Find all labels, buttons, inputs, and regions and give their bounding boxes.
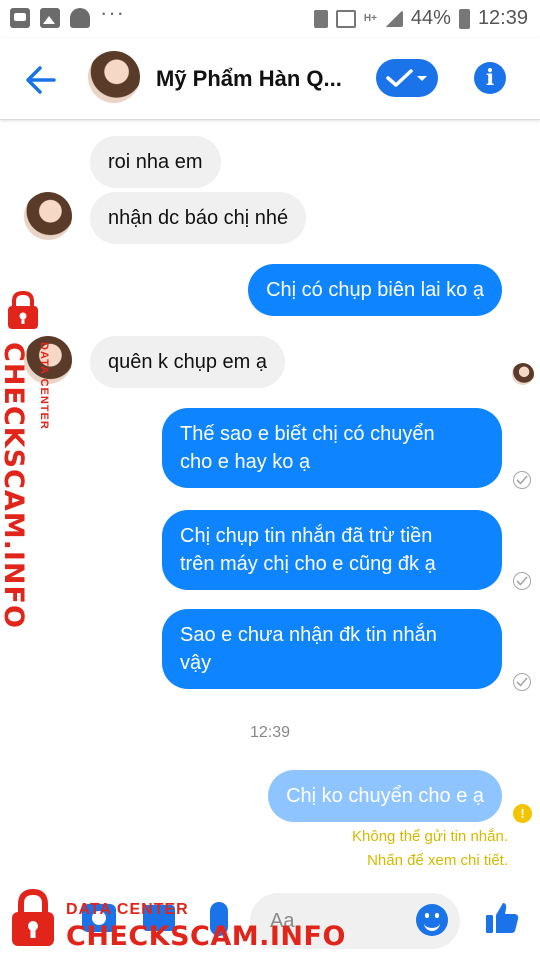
sender-avatar[interactable]	[24, 192, 72, 240]
seen-indicator-avatar	[512, 363, 534, 385]
message-timestamp: 12:39	[249, 724, 291, 741]
delivered-check-icon	[513, 471, 531, 489]
clock: 12:39	[477, 7, 528, 29]
message-bubble-outgoing[interactable]: Chị có chụp biên lai ko ạ	[248, 264, 502, 316]
mute-icon	[335, 9, 356, 28]
contact-avatar[interactable]	[88, 51, 140, 103]
status-bar: ··· H+ 44% 12:39	[0, 0, 540, 38]
battery-icon	[458, 8, 470, 29]
message-bubble-outgoing[interactable]: Sao e chưa nhận đk tin nhắn vậy	[162, 609, 502, 689]
message-bubble-incoming[interactable]: nhận dc báo chị nhé	[90, 192, 307, 244]
android-notification-icon	[70, 8, 90, 28]
delivered-check-icon	[513, 673, 531, 691]
watermark-small-text: DATA CENTER	[66, 901, 189, 918]
watermark-side: CHECKSCAM.INFO DATA CENTER	[0, 290, 62, 629]
message-notification-icon	[10, 8, 30, 28]
watermark-big-text: CHECKSCAM.INFO	[66, 921, 346, 952]
send-failed-text[interactable]: Không thể gửi tin nhắn.	[352, 828, 508, 845]
lock-icon	[8, 290, 38, 329]
tap-for-details-text[interactable]: Nhấn để xem chi tiết.	[367, 852, 508, 869]
message-bubble-outgoing[interactable]: Chị chụp tin nhắn đã trừ tiền trên máy c…	[162, 510, 502, 590]
watermark-small-text: DATA CENTER	[38, 342, 50, 430]
thumbs-up-icon[interactable]	[484, 900, 520, 936]
notification-icons: ···	[10, 0, 125, 28]
system-icons: H+ 44% 12:39	[313, 7, 528, 30]
network-type-icon: H+	[363, 12, 377, 24]
signal-icon	[384, 10, 403, 27]
delivered-check-icon	[513, 572, 531, 590]
message-bubble-failed[interactable]: Chị ko chuyển cho e ạ	[268, 770, 502, 822]
contact-name[interactable]: Mỹ Phẩm Hàn Q...	[156, 66, 356, 92]
more-notifications-icon: ···	[100, 0, 125, 25]
mark-done-button[interactable]	[376, 59, 438, 97]
watermark-big-text: CHECKSCAM.INFO	[0, 342, 29, 629]
message-bubble-outgoing[interactable]: Thế sao e biết chị có chuyển cho e hay k…	[162, 408, 502, 488]
emoji-icon[interactable]	[416, 904, 448, 936]
info-icon[interactable]: i	[474, 62, 506, 94]
message-bubble-incoming[interactable]: quên k chụp em ạ	[90, 336, 285, 388]
back-arrow-icon[interactable]	[22, 60, 62, 100]
lock-icon	[12, 888, 54, 946]
gallery-notification-icon	[40, 8, 60, 28]
warning-icon[interactable]: !	[513, 804, 532, 823]
battery-percentage: 44%	[410, 7, 451, 29]
bluetooth-icon	[313, 9, 328, 28]
message-bubble-incoming[interactable]: roi nha em	[90, 136, 221, 188]
conversation-header: Mỹ Phẩm Hàn Q... i	[0, 38, 540, 120]
